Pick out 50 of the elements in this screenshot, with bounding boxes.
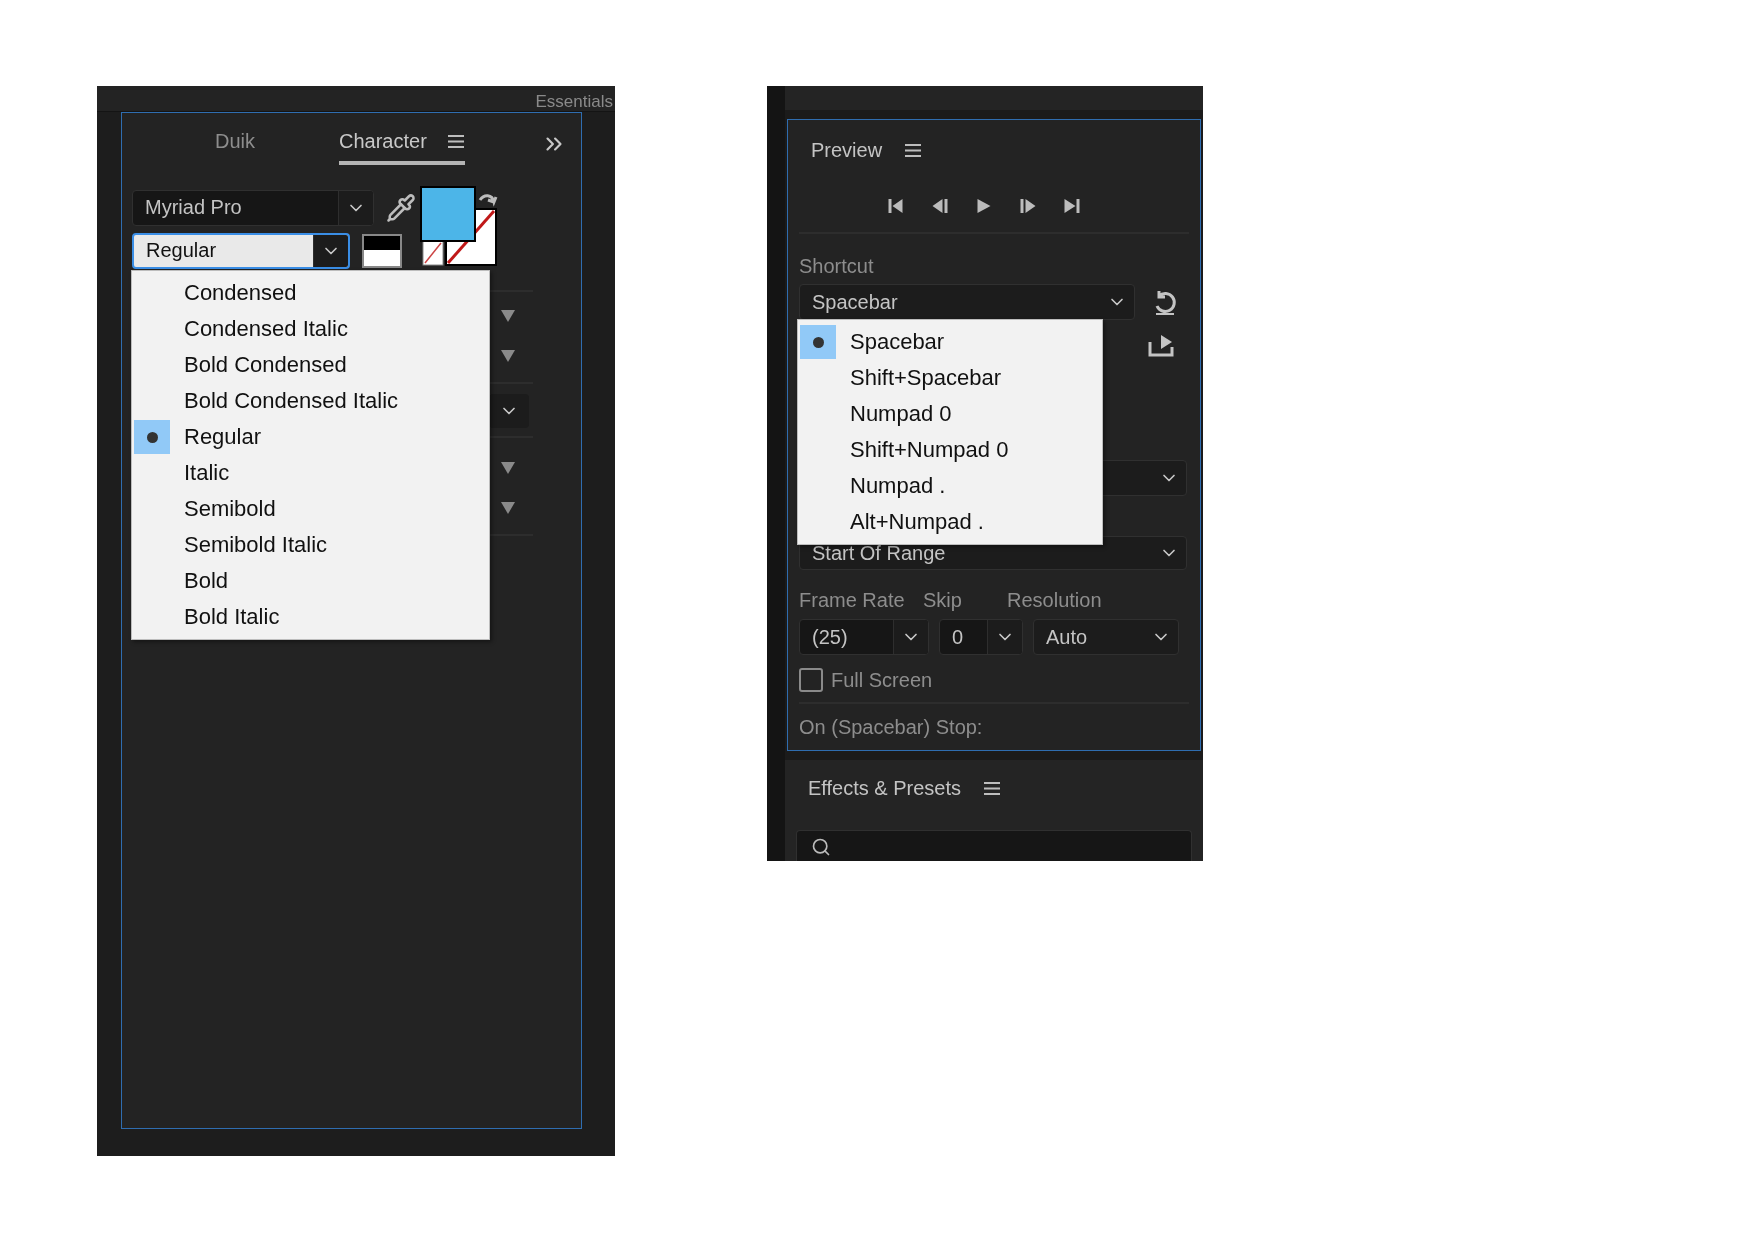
panel-title: Preview: [811, 138, 883, 162]
full-screen-label: Full Screen: [831, 668, 933, 692]
skip-dropdown[interactable]: 0: [939, 619, 1023, 655]
frame-rate-dropdown[interactable]: (25): [799, 619, 929, 655]
menu-item[interactable]: Shift+Spacebar: [800, 361, 1100, 395]
menu-item[interactable]: Regular: [134, 420, 487, 454]
menu-item[interactable]: Condensed: [134, 276, 487, 310]
triangle-icon[interactable]: [501, 462, 515, 474]
triangle-icon[interactable]: [501, 310, 515, 322]
menu-item[interactable]: Condensed Italic: [134, 312, 487, 346]
shortcut-dropdown[interactable]: Spacebar: [799, 284, 1135, 320]
export-icon[interactable]: [1147, 332, 1175, 358]
menu-item[interactable]: Numpad .: [800, 469, 1100, 503]
eyedropper-icon[interactable]: [386, 192, 416, 223]
menu-item[interactable]: Italic: [134, 456, 487, 490]
resolution-dropdown[interactable]: Auto: [1033, 619, 1179, 655]
menu-item[interactable]: Spacebar: [800, 325, 1100, 359]
menu-item[interactable]: Bold Condensed Italic: [134, 384, 487, 418]
menu-icon[interactable]: [446, 133, 465, 149]
menu-item[interactable]: Semibold Italic: [134, 528, 487, 562]
triangle-icon[interactable]: [501, 350, 515, 362]
font-style-dropdown[interactable]: Regular: [132, 232, 350, 269]
selection-mark: [800, 325, 836, 359]
search-field[interactable]: [796, 830, 1192, 861]
swatch-icon[interactable]: [362, 233, 402, 268]
selection-mark: [134, 420, 170, 454]
panel-tab[interactable]: Essentials: [535, 93, 615, 111]
menu-item[interactable]: Shift+Numpad 0: [800, 433, 1100, 467]
menu-item[interactable]: Bold: [134, 564, 487, 598]
menu-item[interactable]: Alt+Numpad .: [800, 505, 1100, 539]
resolution-label: Resolution: [1007, 589, 1102, 612]
menu-icon[interactable]: [904, 142, 923, 158]
font-family-dropdown[interactable]: Myriad Pro: [132, 189, 374, 226]
menu-item[interactable]: Numpad 0: [800, 397, 1100, 431]
menu-icon[interactable]: [983, 780, 1002, 796]
shortcut-label: Shortcut: [799, 255, 874, 278]
frame-rate-label: Frame Rate: [799, 589, 906, 612]
panel-tab[interactable]: Character: [339, 123, 465, 165]
panel-tab[interactable]: Duik: [215, 123, 255, 165]
skip-label: Skip: [923, 589, 963, 612]
panel-title: Effects & Presets: [808, 776, 962, 800]
triangle-icon[interactable]: [501, 502, 515, 514]
menu-item[interactable]: Bold Condensed: [134, 348, 487, 382]
color-swatches-drawing[interactable]: [420, 186, 500, 268]
stop-label: On (Spacebar) Stop:: [799, 715, 983, 739]
menu-item[interactable]: Bold Italic: [134, 600, 487, 634]
menu-item[interactable]: Semibold: [134, 492, 487, 526]
full-screen-checkbox[interactable]: [799, 668, 823, 692]
dropdown-field[interactable]: [487, 394, 529, 428]
search-icon: [811, 837, 831, 857]
